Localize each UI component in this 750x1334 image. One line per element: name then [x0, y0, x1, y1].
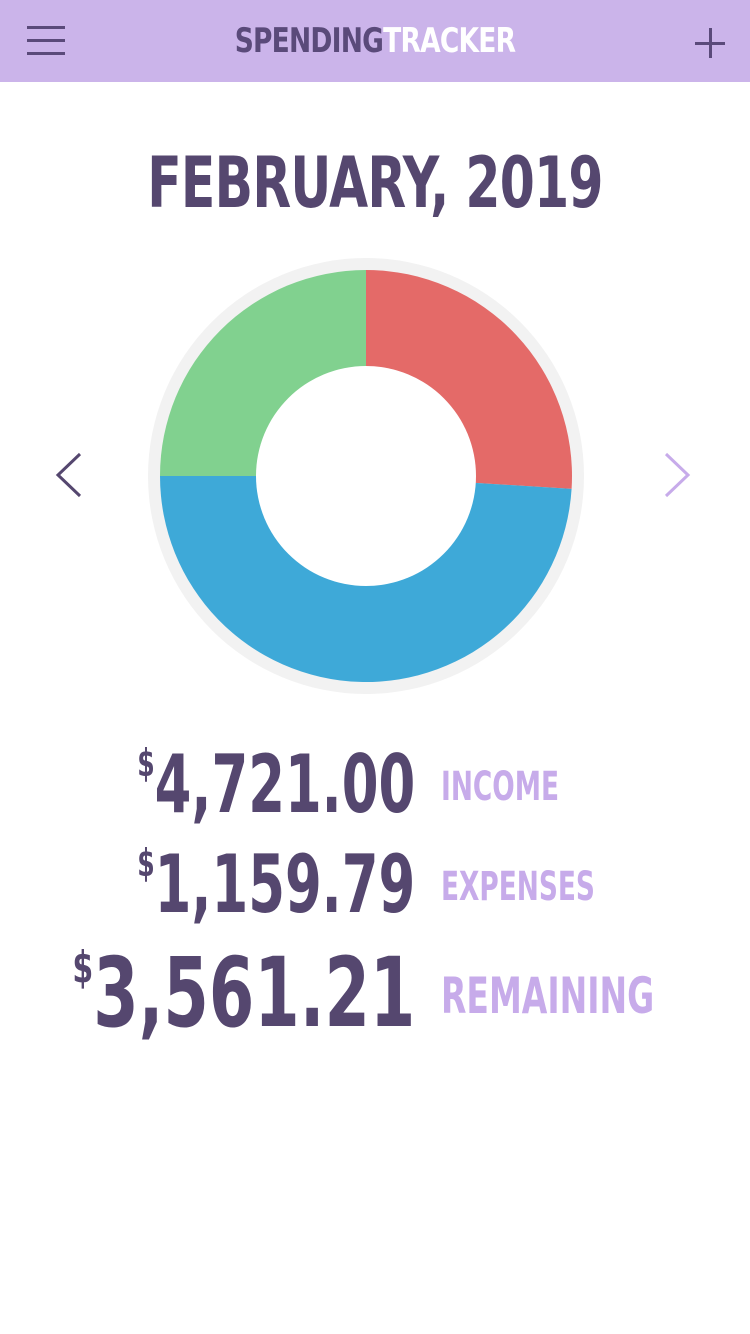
remaining-row: $3,561.21 REMAINING	[0, 940, 750, 1046]
remaining-value: 3,561.21	[92, 937, 416, 1049]
app-title-part1: SPENDING	[234, 21, 384, 61]
expenses-row: $1,159.79 EXPENSES	[0, 840, 750, 940]
menu-bar	[27, 26, 65, 29]
currency-symbol: $	[136, 841, 155, 885]
currency-symbol: $	[136, 741, 155, 785]
hamburger-menu-icon[interactable]	[22, 20, 70, 62]
income-amount: $4,721.00	[137, 740, 415, 844]
menu-bar	[27, 52, 65, 55]
chevron-left-svg	[55, 452, 82, 498]
expenses-label: EXPENSES	[441, 864, 595, 910]
donut-hole	[256, 366, 476, 586]
app-header: SPENDING TRACKER	[0, 0, 750, 82]
income-row: $4,721.00 INCOME	[0, 740, 750, 840]
remaining-amount: $3,561.21	[72, 940, 415, 1065]
remaining-label: REMAINING	[441, 967, 655, 1025]
donut-svg	[148, 258, 584, 694]
plus-icon[interactable]	[690, 23, 730, 63]
spending-donut-chart	[146, 256, 586, 696]
app-title: SPENDING TRACKER	[83, 0, 668, 82]
income-label: INCOME	[441, 764, 560, 810]
chevron-right-svg	[664, 452, 691, 498]
expenses-value: 1,159.79	[154, 838, 416, 931]
app-title-part2: TRACKER	[383, 21, 516, 61]
chevron-right-icon[interactable]	[651, 450, 701, 500]
currency-symbol: $	[72, 942, 93, 993]
expenses-amount: $1,159.79	[137, 840, 415, 944]
menu-bar	[27, 39, 65, 42]
income-value: 4,721.00	[154, 738, 416, 831]
chevron-left-icon[interactable]	[45, 450, 95, 500]
month-title: FEBRUARY, 2019	[147, 142, 603, 224]
